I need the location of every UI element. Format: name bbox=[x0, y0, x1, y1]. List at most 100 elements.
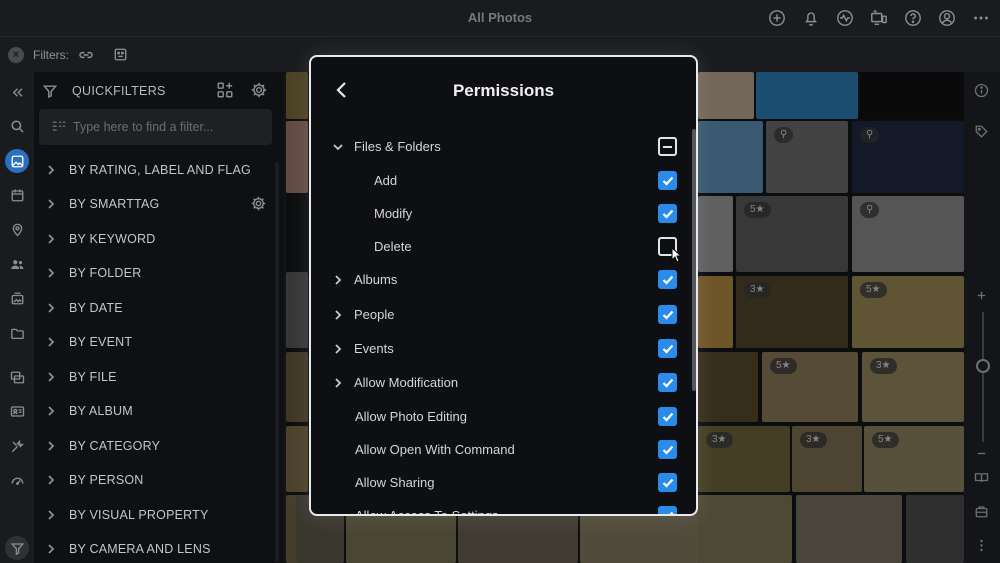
settings-gear-icon[interactable] bbox=[250, 81, 268, 104]
bell-icon[interactable] bbox=[800, 7, 822, 29]
checkbox-checked[interactable] bbox=[658, 171, 677, 190]
checkbox-checked[interactable] bbox=[658, 407, 677, 426]
quickfilters-panel: QUICKFILTERS BY RATING, LABEL AND FLAG B… bbox=[34, 72, 284, 563]
map-pin-icon[interactable] bbox=[5, 217, 29, 241]
partial-checkbox[interactable] bbox=[658, 137, 677, 156]
chevron-right-icon bbox=[46, 473, 56, 491]
quickfilters-scrollbar[interactable] bbox=[275, 162, 279, 562]
permission-allow-sharing[interactable]: Allow Sharing bbox=[311, 468, 696, 498]
checkbox-checked[interactable] bbox=[658, 305, 677, 324]
quickfilter-folder[interactable]: BY FOLDER bbox=[34, 258, 284, 288]
activity-icon[interactable] bbox=[834, 7, 856, 29]
quickfilter-camera-lens[interactable]: BY CAMERA AND LENS bbox=[34, 534, 284, 563]
chevron-right-icon[interactable] bbox=[332, 342, 344, 360]
link-icon[interactable] bbox=[78, 47, 94, 68]
filter-toggle-icon[interactable] bbox=[5, 536, 29, 560]
checkbox-checked[interactable] bbox=[658, 373, 677, 392]
quickfilter-event[interactable]: BY EVENT bbox=[34, 327, 284, 357]
quickfilter-label: BY DATE bbox=[69, 301, 123, 315]
mouse-cursor-icon bbox=[671, 246, 683, 268]
permission-events[interactable]: Events bbox=[311, 334, 696, 364]
devices-icon[interactable] bbox=[868, 7, 890, 29]
quickfilter-label: BY VISUAL PROPERTY bbox=[69, 508, 209, 522]
chevron-right-icon bbox=[46, 301, 56, 319]
photos-icon[interactable] bbox=[5, 149, 29, 173]
zoom-slider-track[interactable] bbox=[982, 312, 984, 442]
help-icon[interactable] bbox=[902, 7, 924, 29]
quickfilter-visual-property[interactable]: BY VISUAL PROPERTY bbox=[34, 500, 284, 530]
checkbox-checked[interactable] bbox=[658, 270, 677, 289]
zoom-in-icon[interactable] bbox=[974, 288, 989, 308]
quickfilter-date[interactable]: BY DATE bbox=[34, 293, 284, 323]
right-rail bbox=[964, 72, 1000, 563]
more-vertical-icon[interactable] bbox=[974, 538, 989, 558]
permission-add[interactable]: Add bbox=[311, 166, 696, 196]
quickfilter-file[interactable]: BY FILE bbox=[34, 362, 284, 392]
albums-icon[interactable] bbox=[5, 286, 29, 310]
checkbox-checked[interactable] bbox=[658, 204, 677, 223]
account-icon[interactable] bbox=[936, 7, 958, 29]
permission-delete[interactable]: Delete bbox=[311, 232, 696, 262]
checkbox-checked[interactable] bbox=[658, 440, 677, 459]
add-filter-icon[interactable] bbox=[216, 81, 234, 104]
tag-icon[interactable] bbox=[974, 124, 989, 144]
book-icon[interactable] bbox=[974, 470, 989, 490]
chevron-down-icon[interactable] bbox=[332, 140, 344, 158]
permission-label: Allow Modification bbox=[354, 375, 459, 390]
funnel-icon bbox=[42, 83, 58, 104]
add-icon[interactable] bbox=[766, 7, 788, 29]
checkbox-checked[interactable] bbox=[658, 506, 677, 514]
permission-albums[interactable]: Albums bbox=[311, 265, 696, 295]
filters-label: Filters: bbox=[33, 48, 69, 62]
quickfilters-title: QUICKFILTERS bbox=[72, 84, 166, 98]
calendar-icon[interactable] bbox=[5, 183, 29, 207]
id-card-icon[interactable] bbox=[5, 399, 29, 423]
permissions-dialog: Permissions Files & Folders Add Modify D… bbox=[309, 55, 698, 516]
collapse-icon[interactable] bbox=[5, 80, 29, 104]
zoom-out-icon[interactable] bbox=[974, 446, 989, 466]
chevron-right-icon[interactable] bbox=[332, 308, 344, 326]
checkbox-checked[interactable] bbox=[658, 339, 677, 358]
more-icon[interactable] bbox=[970, 7, 992, 29]
quickfilter-keyword[interactable]: BY KEYWORD bbox=[34, 224, 284, 254]
quickfilter-person[interactable]: BY PERSON bbox=[34, 465, 284, 495]
folder-icon[interactable] bbox=[5, 321, 29, 345]
filter-search-box bbox=[39, 109, 272, 145]
filter-search-input[interactable] bbox=[73, 117, 263, 137]
quickfilter-smarttag[interactable]: BY SMARTTAG bbox=[34, 189, 284, 219]
chevron-right-icon bbox=[46, 439, 56, 457]
top-toolbar bbox=[766, 7, 992, 29]
permission-allow-photo-editing[interactable]: Allow Photo Editing bbox=[311, 402, 696, 432]
permission-allow-settings[interactable]: Allow Access To Settings bbox=[311, 501, 696, 516]
permission-allow-modification[interactable]: Allow Modification bbox=[311, 368, 696, 398]
permission-files-folders[interactable]: Files & Folders bbox=[311, 132, 696, 162]
permission-label: Delete bbox=[374, 239, 412, 254]
zoom-slider-knob[interactable] bbox=[976, 359, 990, 373]
quickfilters-header: QUICKFILTERS bbox=[34, 72, 284, 110]
quickfilter-rating[interactable]: BY RATING, LABEL AND FLAG bbox=[34, 155, 284, 185]
tools-icon[interactable] bbox=[5, 434, 29, 458]
chevron-right-icon bbox=[46, 266, 56, 284]
people-icon[interactable] bbox=[5, 252, 29, 276]
speed-gauge-icon[interactable] bbox=[5, 468, 29, 492]
chevron-right-icon[interactable] bbox=[332, 376, 344, 394]
quickfilter-label: BY EVENT bbox=[69, 335, 133, 349]
permission-allow-open-with[interactable]: Allow Open With Command bbox=[311, 435, 696, 465]
permission-label: Allow Sharing bbox=[355, 475, 435, 490]
stack-icon[interactable] bbox=[5, 365, 29, 389]
permission-label: Allow Access To Settings bbox=[355, 508, 499, 516]
permission-modify[interactable]: Modify bbox=[311, 199, 696, 229]
info-icon[interactable] bbox=[974, 83, 989, 103]
bag-icon[interactable] bbox=[974, 504, 989, 524]
face-filter-icon[interactable] bbox=[113, 47, 128, 67]
quickfilter-category[interactable]: BY CATEGORY bbox=[34, 431, 284, 461]
clear-filters-icon[interactable]: × bbox=[8, 47, 24, 63]
quickfilter-album[interactable]: BY ALBUM bbox=[34, 396, 284, 426]
search-icon[interactable] bbox=[5, 114, 29, 138]
chevron-right-icon[interactable] bbox=[332, 273, 344, 291]
checkbox-checked[interactable] bbox=[658, 473, 677, 492]
smarttag-settings-icon[interactable] bbox=[250, 195, 267, 217]
permission-label: Allow Photo Editing bbox=[355, 409, 468, 424]
dialog-scrollbar[interactable] bbox=[692, 129, 696, 391]
permission-people[interactable]: People bbox=[311, 300, 696, 330]
